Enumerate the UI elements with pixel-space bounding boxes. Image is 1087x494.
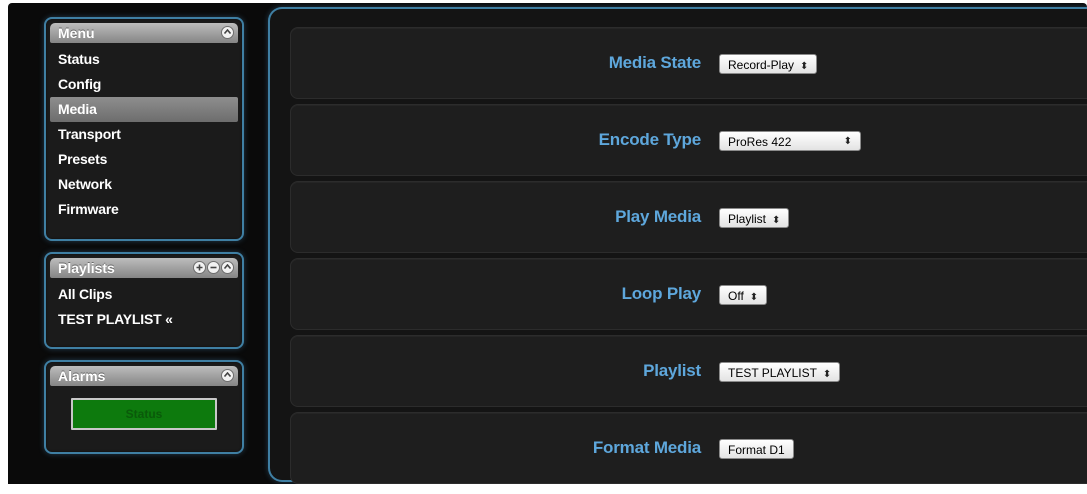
setting-row-play-media: Play Media Playlist ⬍ — [290, 181, 1087, 253]
playlist-item-all-clips[interactable]: All Clips — [50, 282, 238, 307]
chevron-up-icon[interactable] — [221, 369, 234, 382]
playlist-select[interactable]: TEST PLAYLIST ⬍ — [719, 362, 841, 382]
select-arrows-icon: ⬍ — [800, 61, 809, 72]
sidebar-item-transport[interactable]: Transport — [50, 122, 238, 147]
select-arrows-icon: ⬍ — [772, 215, 781, 226]
setting-row-format-media: Format Media Format D1 — [290, 412, 1087, 484]
setting-label: Loop Play — [621, 284, 702, 303]
alarms-panel-header: Alarms — [50, 366, 238, 386]
menu-panel-header: Menu — [50, 23, 238, 43]
select-arrows-icon: ⬍ — [843, 136, 852, 147]
alarms-title: Alarms — [58, 368, 106, 384]
setting-label: Playlist — [643, 361, 701, 380]
plus-circle-icon[interactable] — [193, 261, 206, 274]
select-value: ProRes 422 — [728, 135, 792, 149]
loop-play-select[interactable]: Off ⬍ — [719, 285, 768, 305]
select-value: Record-Play — [728, 58, 795, 72]
chevron-up-icon[interactable] — [221, 26, 234, 39]
sidebar-item-network[interactable]: Network — [50, 172, 238, 197]
setting-row-encode-type: Encode Type ProRes 422 ⬍ — [290, 104, 1087, 176]
format-media-button[interactable]: Format D1 — [719, 439, 794, 459]
setting-row-media-state: Media State Record-Play ⬍ — [290, 27, 1087, 99]
playlist-item-test-playlist[interactable]: TEST PLAYLIST « — [50, 307, 238, 332]
select-value: TEST PLAYLIST — [728, 366, 817, 380]
setting-label: Play Media — [615, 207, 701, 226]
setting-label: Media State — [608, 53, 701, 72]
sidebar-item-media[interactable]: Media — [50, 97, 238, 122]
media-state-select[interactable]: Record-Play ⬍ — [719, 54, 818, 74]
playlists-panel-header: Playlists — [50, 258, 238, 278]
menu-title: Menu — [58, 25, 95, 41]
select-arrows-icon: ⬍ — [749, 292, 759, 303]
select-value: Off — [728, 289, 744, 303]
menu-panel: Menu Status Config Media Transport Prese… — [44, 17, 244, 241]
setting-row-playlist: Playlist TEST PLAYLIST ⬍ — [290, 335, 1087, 407]
status-indicator: Status — [71, 398, 217, 430]
sidebar-item-config[interactable]: Config — [50, 72, 238, 97]
app-window: Menu Status Config Media Transport Prese… — [8, 3, 1087, 490]
select-value: Playlist — [728, 212, 767, 226]
chevron-up-icon[interactable] — [221, 261, 234, 274]
sidebar-item-status[interactable]: Status — [50, 47, 238, 72]
playlists-panel: Playlists All Clips TEST PLAYLIST « — [44, 252, 244, 349]
sidebar-item-firmware[interactable]: Firmware — [50, 197, 238, 222]
page-bottom-margin — [0, 484, 1087, 494]
setting-label: Format Media — [592, 438, 701, 457]
minus-circle-icon[interactable] — [207, 261, 220, 274]
alarms-panel: Alarms Status — [44, 360, 244, 454]
select-arrows-icon: ⬍ — [822, 369, 832, 380]
setting-label: Encode Type — [598, 130, 702, 149]
play-media-select[interactable]: Playlist ⬍ — [719, 208, 790, 228]
sidebar-item-presets[interactable]: Presets — [50, 147, 238, 172]
encode-type-select[interactable]: ProRes 422 ⬍ — [719, 131, 861, 151]
setting-row-loop-play: Loop Play Off ⬍ — [290, 258, 1087, 330]
media-settings-panel: Media State Record-Play ⬍ Encode Type Pro… — [268, 7, 1087, 484]
playlists-title: Playlists — [58, 260, 115, 276]
